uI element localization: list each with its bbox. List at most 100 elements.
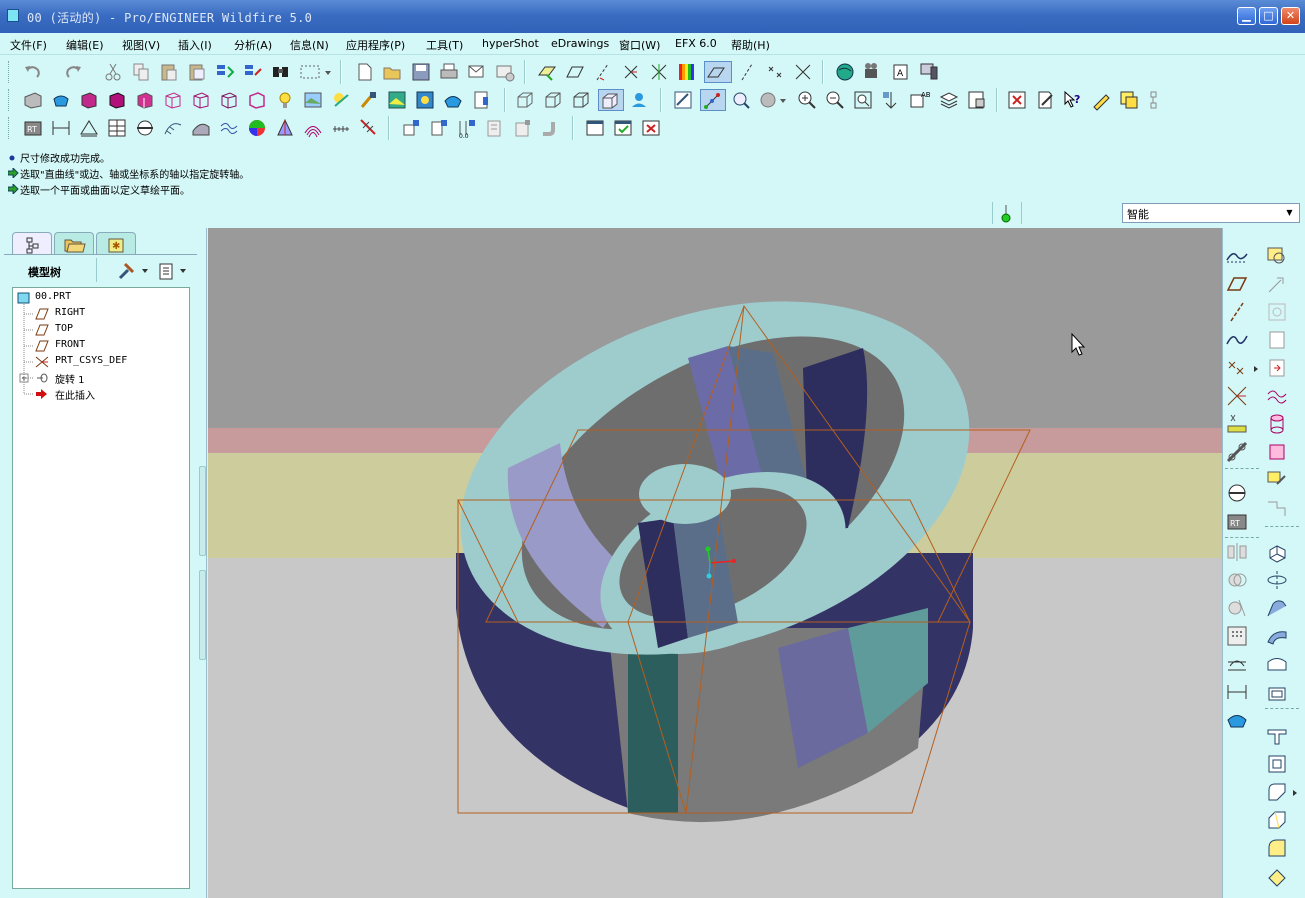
select-box-icon[interactable] (298, 61, 334, 83)
csys-toggle-icon[interactable] (792, 61, 814, 83)
context-help-icon[interactable]: ? (1062, 89, 1084, 111)
menu-view[interactable]: 视图(V) (122, 37, 160, 53)
panel-splitter-handle[interactable] (199, 570, 206, 660)
orient-mode-icon[interactable] (628, 89, 650, 111)
shading-icon[interactable] (78, 89, 100, 111)
external-ref-icon[interactable] (1265, 356, 1289, 380)
display-style-icon[interactable] (758, 89, 788, 111)
shading-edges-icon[interactable] (106, 89, 128, 111)
publish-geometry-icon[interactable] (1265, 328, 1289, 352)
undo-icon[interactable] (22, 61, 44, 83)
trim-tool-icon[interactable] (1225, 596, 1249, 620)
edge-round-icon[interactable] (1265, 836, 1289, 860)
sketched-curve-icon[interactable] (1225, 244, 1249, 268)
email-icon[interactable] (466, 61, 488, 83)
regen-status-icon[interactable] (1001, 205, 1011, 223)
layers-icon[interactable] (938, 89, 960, 111)
open-file-icon[interactable] (382, 61, 404, 83)
render-setup-icon[interactable] (358, 89, 380, 111)
pattern-tool-icon[interactable] (1225, 624, 1249, 648)
panel-splitter-handle[interactable] (199, 466, 206, 556)
surface-analysis-icon[interactable] (190, 117, 212, 139)
maximize-button[interactable]: □ (1259, 7, 1278, 25)
probe-icon[interactable] (358, 117, 380, 139)
style-tool-icon[interactable] (1265, 440, 1289, 464)
menu-edrawings[interactable]: eDrawings (551, 37, 609, 50)
email-link-icon[interactable] (494, 61, 516, 83)
model-player-icon[interactable] (918, 61, 940, 83)
menu-help[interactable]: 帮助(H) (731, 37, 770, 53)
distance-icon[interactable] (50, 117, 72, 139)
area-icon[interactable] (78, 117, 100, 139)
copy-geometry-icon[interactable] (1265, 244, 1289, 268)
distributed-icon[interactable] (1146, 89, 1168, 111)
paste-icon[interactable] (158, 61, 180, 83)
model-tree-tab[interactable] (12, 232, 52, 254)
variable-section-sweep-icon[interactable] (1265, 412, 1289, 436)
round-tool-icon[interactable] (1265, 780, 1301, 804)
draft-tool-icon[interactable] (1265, 752, 1289, 776)
activate-window-icon[interactable] (612, 117, 634, 139)
spin-center-icon[interactable] (700, 89, 726, 111)
saved-view-icon[interactable] (22, 89, 44, 111)
measure-icon[interactable]: RT (22, 117, 44, 139)
reorient-icon[interactable] (880, 89, 902, 111)
draft-analysis-icon[interactable] (218, 117, 240, 139)
sweep-tool-icon[interactable] (1265, 596, 1289, 620)
revolve-tool-icon[interactable] (1265, 568, 1289, 592)
zoom-out-icon[interactable] (824, 89, 846, 111)
mirror-tool-icon[interactable] (1225, 540, 1249, 564)
selection-filter-select[interactable]: 智能 ▼ (1122, 203, 1300, 223)
markup-icon[interactable] (1090, 89, 1112, 111)
shrinkwrap-icon[interactable] (1265, 272, 1289, 296)
new-window-icon[interactable] (584, 117, 606, 139)
datum-plane-toggle-icon[interactable] (704, 61, 732, 83)
appearance-gallery-icon[interactable] (50, 89, 72, 111)
model-notes-icon[interactable] (1034, 89, 1056, 111)
mapkey-icon[interactable] (1118, 89, 1140, 111)
dimension-tool-icon[interactable] (1225, 680, 1249, 704)
csys-tool-icon[interactable] (1225, 384, 1249, 408)
wireframe-icon[interactable] (162, 89, 184, 111)
save-icon[interactable] (410, 61, 432, 83)
curve-analysis-icon[interactable] (162, 117, 184, 139)
datum-plane-display-icon[interactable] (536, 61, 558, 83)
datum-axis-display-icon[interactable] (564, 61, 586, 83)
toolbar-grip[interactable] (8, 89, 11, 111)
hidden-line-icon[interactable] (190, 89, 212, 111)
favorites-tab[interactable]: ✱ (96, 232, 136, 254)
new-file-icon[interactable] (354, 61, 376, 83)
menu-file[interactable]: 文件(F) (10, 37, 47, 53)
datum-curve-tool-icon[interactable] (1225, 328, 1249, 352)
zoom-in-icon[interactable] (796, 89, 818, 111)
minimize-button[interactable]: ▁ (1237, 7, 1256, 25)
analysis-feature-icon[interactable] (1225, 412, 1249, 436)
wireframe-view-icon[interactable] (514, 89, 536, 111)
sketch-icon[interactable] (672, 89, 694, 111)
annotation-display-icon[interactable] (648, 61, 670, 83)
copy-icon[interactable] (130, 61, 152, 83)
find-icon[interactable] (270, 61, 292, 83)
view-manager-icon[interactable] (966, 89, 988, 111)
zoom-window-icon[interactable] (730, 89, 752, 111)
hidden-view-icon[interactable] (542, 89, 564, 111)
point-display-icon[interactable] (592, 61, 614, 83)
datum-plane-tool-icon[interactable] (1225, 272, 1249, 296)
ruler-icon[interactable] (330, 117, 352, 139)
hidden-line-shade-icon[interactable] (134, 89, 156, 111)
scene-icon[interactable] (302, 89, 324, 111)
extrude-section-icon[interactable] (1225, 652, 1249, 676)
inheritance-icon[interactable] (1265, 300, 1289, 324)
point-toggle-icon[interactable] (764, 61, 786, 83)
close-button[interactable]: ✕ (1281, 7, 1300, 25)
mass-properties-icon[interactable] (106, 117, 128, 139)
tree-settings-button[interactable] (116, 260, 152, 282)
close-window-icon[interactable] (1006, 89, 1028, 111)
regenerate-icon[interactable] (214, 61, 236, 83)
no-hidden-icon[interactable] (218, 89, 240, 111)
layer-sheet-icon[interactable] (470, 89, 492, 111)
menu-efx[interactable]: EFX 6.0 (675, 37, 717, 50)
axis-toggle-icon[interactable] (736, 61, 758, 83)
appearance-tool-icon[interactable] (1225, 708, 1249, 732)
rendering-icon[interactable]: A (890, 61, 912, 83)
